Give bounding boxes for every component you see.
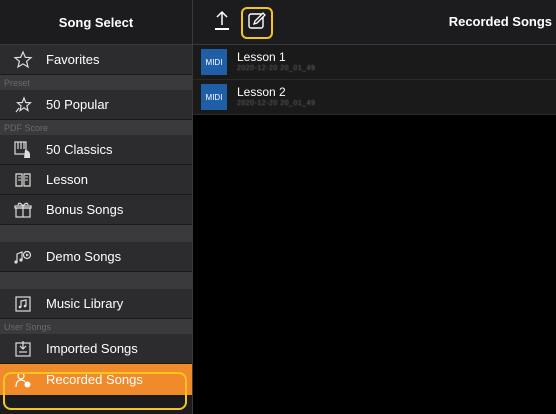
sidebar-separator [0,272,192,289]
sidebar-separator [0,225,192,242]
sidebar-item-label: Favorites [46,52,100,67]
share-button[interactable] [212,9,232,38]
section-preset: Preset [0,75,192,90]
sidebar-item-50-classics[interactable]: 50 Classics [0,135,192,165]
song-name: Lesson 1 [237,49,286,64]
sidebar-item-label: Imported Songs [46,341,138,356]
edit-icon [247,11,267,36]
sidebar-title: Song Select [0,0,192,45]
sidebar-item-demo-songs[interactable]: Demo Songs [0,242,192,272]
music-library-icon [12,293,34,315]
star-icon [12,49,34,71]
song-date: 2020-12-20 20_01_49 [237,99,316,107]
section-pdf-score: PDF Score [0,120,192,135]
sidebar-item-recorded-songs[interactable]: Recorded Songs [0,364,192,396]
sidebar: Song Select Favorites Preset 50 Popular … [0,0,193,414]
song-row[interactable]: MIDI Lesson 1 2020-12-20 20_01_49 [193,45,556,80]
sidebar-item-lesson[interactable]: Lesson [0,165,192,195]
sidebar-item-label: Bonus Songs [46,202,124,217]
toolbar: Recorded Songs [193,0,556,45]
midi-badge: MIDI [201,49,227,75]
midi-badge: MIDI [201,84,227,110]
sidebar-item-bonus-songs[interactable]: Bonus Songs [0,195,192,225]
sidebar-item-music-library[interactable]: Music Library [0,289,192,319]
sidebar-item-label: Music Library [46,296,124,311]
star-cluster-icon [12,94,34,116]
song-date: 2020-12-20 20_01_49 [237,64,316,72]
piano-hand-icon [12,139,34,161]
demo-music-icon [12,246,34,268]
recorded-songs-icon [12,369,34,391]
sidebar-item-label: 50 Popular [46,97,109,112]
upload-icon [212,9,232,38]
song-row[interactable]: MIDI Lesson 2 2020-12-20 20_01_49 [193,80,556,115]
song-list-panel: Recorded Songs MIDI Lesson 1 2020-12-20 … [193,0,556,414]
gift-icon [12,199,34,221]
edit-button[interactable] [241,7,273,39]
sidebar-item-label: Demo Songs [46,249,122,264]
sidebar-item-imported-songs[interactable]: Imported Songs [0,334,192,364]
book-icon [12,169,34,191]
sidebar-item-label: 50 Classics [46,142,113,157]
sidebar-item-label: Recorded Songs [46,372,143,387]
sidebar-item-50-popular[interactable]: 50 Popular [0,90,192,120]
section-user-songs: User Songs [0,319,192,334]
import-icon [12,338,34,360]
song-name: Lesson 2 [237,84,286,99]
sidebar-item-label: Lesson [46,172,88,187]
page-title: Recorded Songs [448,14,552,29]
sidebar-item-favorites[interactable]: Favorites [0,45,192,75]
